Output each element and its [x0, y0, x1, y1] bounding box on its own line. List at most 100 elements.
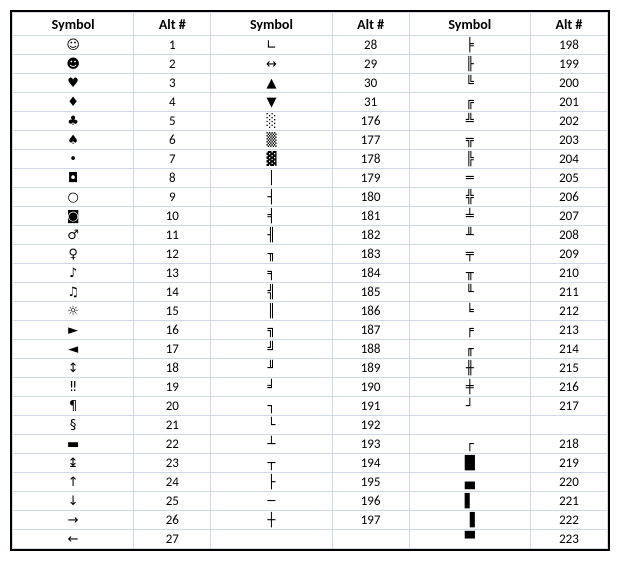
table-row: ☺1∟28╞198 — [13, 36, 608, 55]
alt-code-cell: 27 — [134, 530, 211, 549]
alt-code-cell: 1 — [134, 36, 211, 55]
symbol-cell: ░ — [211, 112, 332, 131]
table-row: →26┼197▐222 — [13, 511, 608, 530]
symbol-cell: ╠ — [409, 150, 530, 169]
symbol-cell: ╓ — [409, 340, 530, 359]
alt-code-cell: 212 — [530, 302, 607, 321]
alt-code-cell: 208 — [530, 226, 607, 245]
table-row: ←27▀223 — [13, 530, 608, 549]
symbol-cell: ┐ — [211, 397, 332, 416]
alt-code-cell: 178 — [332, 150, 409, 169]
symbol-cell: ╨ — [409, 226, 530, 245]
alt-code-cell: 179 — [332, 169, 409, 188]
table-row: ↨23┬194█219 — [13, 454, 608, 473]
alt-code-cell: 185 — [332, 283, 409, 302]
alt-code-cell: 200 — [530, 74, 607, 93]
symbol-cell: ♥ — [13, 74, 134, 93]
header-alt: Alt # — [332, 13, 409, 36]
alt-code-cell: 192 — [332, 416, 409, 435]
alt-code-cell: 196 — [332, 492, 409, 511]
symbol-cell: ┴ — [211, 435, 332, 454]
alt-code-cell: 205 — [530, 169, 607, 188]
alt-code-cell: 21 — [134, 416, 211, 435]
alt-code-cell: 190 — [332, 378, 409, 397]
symbol-cell: → — [13, 511, 134, 530]
alt-code-cell: 214 — [530, 340, 607, 359]
symbol-cell: ○ — [13, 188, 134, 207]
table-row: ♫14╣185╙211 — [13, 283, 608, 302]
symbol-cell: ╬ — [409, 188, 530, 207]
symbol-cell: ╡ — [211, 207, 332, 226]
alt-code-cell: 28 — [332, 36, 409, 55]
symbol-cell: ▒ — [211, 131, 332, 150]
header-alt: Alt # — [530, 13, 607, 36]
alt-code-cell: 18 — [134, 359, 211, 378]
symbol-cell: ┌ — [409, 435, 530, 454]
alt-code-cell: 215 — [530, 359, 607, 378]
symbol-cell: ─ — [211, 492, 332, 511]
symbol-cell: ♫ — [13, 283, 134, 302]
table-row: ♪13╕184╥210 — [13, 264, 608, 283]
header-symbol: Symbol — [409, 13, 530, 36]
symbol-cell: ╚ — [409, 74, 530, 93]
alt-code-cell: 15 — [134, 302, 211, 321]
alt-code-cell: 180 — [332, 188, 409, 207]
symbol-cell: ╧ — [409, 207, 530, 226]
symbol-cell: ╪ — [409, 378, 530, 397]
table-row: ↑24├195▄220 — [13, 473, 608, 492]
alt-code-cell: 181 — [332, 207, 409, 226]
alt-code-cell: 213 — [530, 321, 607, 340]
header-symbol: Symbol — [211, 13, 332, 36]
symbol-cell: ╛ — [211, 378, 332, 397]
table-row: ♠6▒177╦203 — [13, 131, 608, 150]
table-row: ☻2↔29╟199 — [13, 55, 608, 74]
symbol-cell: └ — [211, 416, 332, 435]
symbol-cell: ▬ — [13, 435, 134, 454]
symbol-cell: • — [13, 150, 134, 169]
alt-code-cell: 29 — [332, 55, 409, 74]
symbol-cell: ♦ — [13, 93, 134, 112]
alt-code-cell: 5 — [134, 112, 211, 131]
symbol-cell: ‼ — [13, 378, 134, 397]
alt-code-cell: 201 — [530, 93, 607, 112]
alt-code-cell: 207 — [530, 207, 607, 226]
alt-code-cell: 197 — [332, 511, 409, 530]
table-row: ‼19╛190╪216 — [13, 378, 608, 397]
symbol-cell: ◙ — [13, 207, 134, 226]
symbol-cell: ☺ — [13, 36, 134, 55]
symbol-cell: ↨ — [13, 454, 134, 473]
symbol-cell: ╔ — [409, 93, 530, 112]
symbol-cell: ╖ — [211, 245, 332, 264]
symbol-cell: ← — [13, 530, 134, 549]
alt-code-cell: 11 — [134, 226, 211, 245]
alt-code-cell: 202 — [530, 112, 607, 131]
header-row: SymbolAlt #SymbolAlt #SymbolAlt # — [13, 13, 608, 36]
alt-code-cell: 9 — [134, 188, 211, 207]
table-row: ♣5░176╩202 — [13, 112, 608, 131]
alt-code-cell: 19 — [134, 378, 211, 397]
symbol-cell: ↕ — [13, 359, 134, 378]
symbol-cell: ♣ — [13, 112, 134, 131]
symbol-cell: ▀ — [409, 530, 530, 549]
alt-code-cell: 3 — [134, 74, 211, 93]
alt-code-cell: 6 — [134, 131, 211, 150]
alt-code-cell: 186 — [332, 302, 409, 321]
symbol-cell: ¶ — [13, 397, 134, 416]
table-row: ◄17╝188╓214 — [13, 340, 608, 359]
table-row: ♦4▼31╔201 — [13, 93, 608, 112]
symbol-cell: ▌ — [409, 492, 530, 511]
symbol-cell: ♂ — [13, 226, 134, 245]
header-symbol: Symbol — [13, 13, 134, 36]
symbol-cell: ╞ — [409, 36, 530, 55]
alt-code-cell: 182 — [332, 226, 409, 245]
symbol-cell: ╙ — [409, 283, 530, 302]
symbol-cell: ↓ — [13, 492, 134, 511]
symbol-cell: ╦ — [409, 131, 530, 150]
symbol-cell: ═ — [409, 169, 530, 188]
alt-code-cell: 10 — [134, 207, 211, 226]
table-row: ♥3▲30╚200 — [13, 74, 608, 93]
alt-code-cell: 193 — [332, 435, 409, 454]
alt-code-cell: 23 — [134, 454, 211, 473]
alt-code-cell: 22 — [134, 435, 211, 454]
alt-code-cell: 209 — [530, 245, 607, 264]
